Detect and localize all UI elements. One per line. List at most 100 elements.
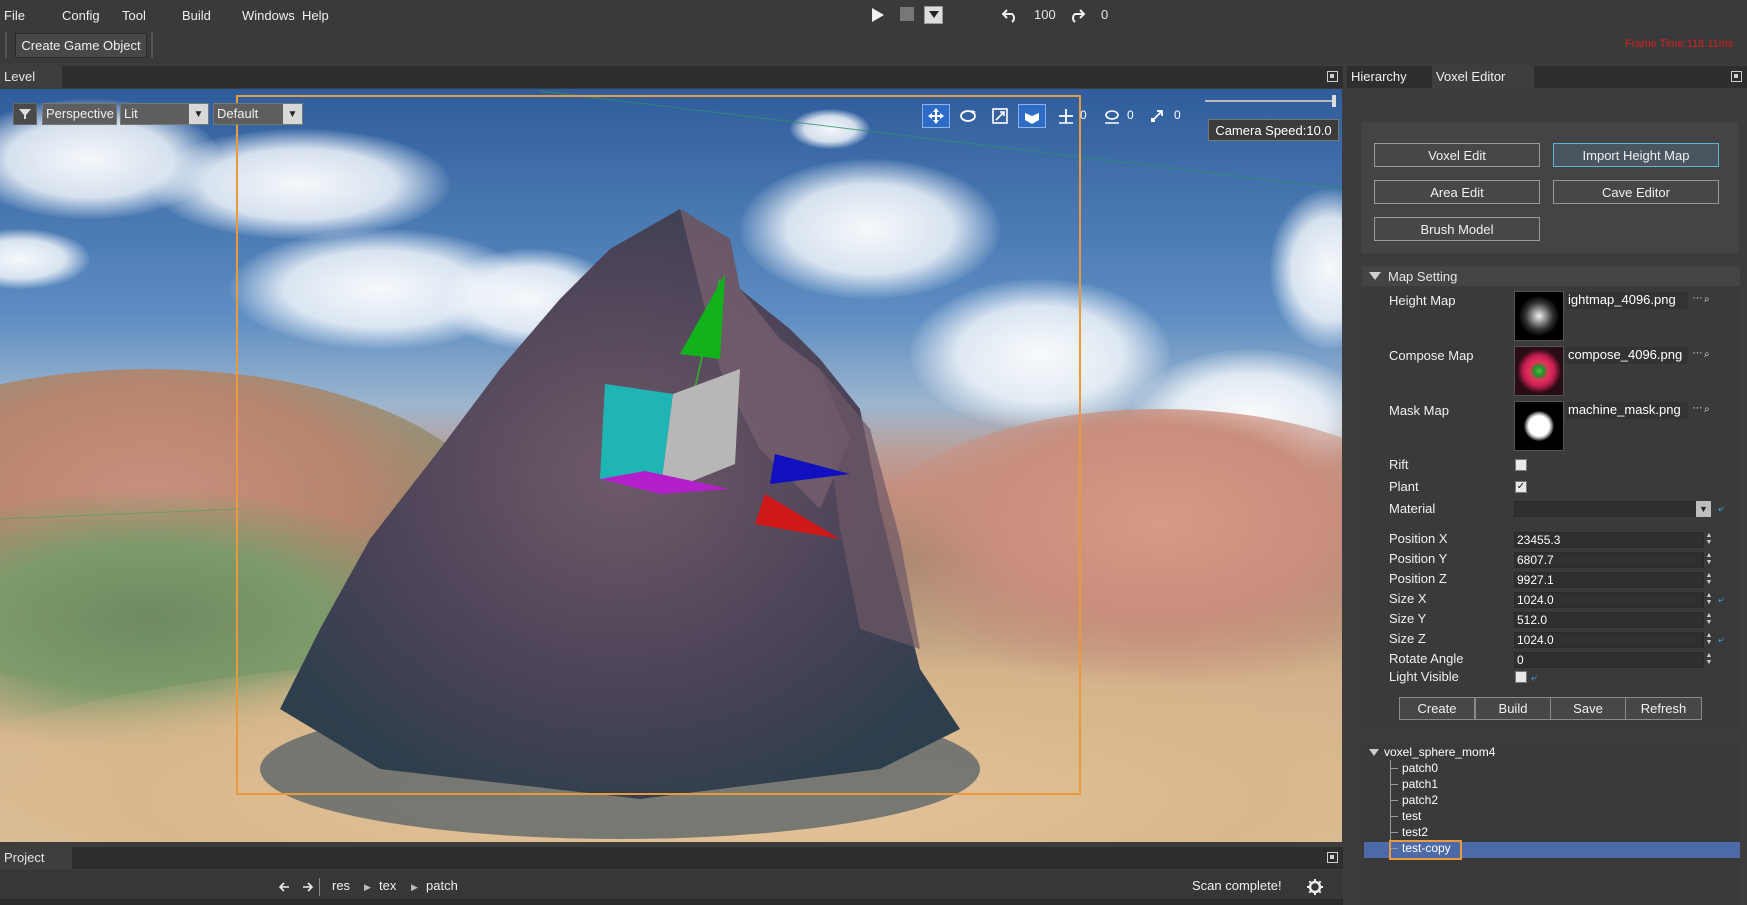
cave-editor-button[interactable]: Cave Editor [1553,180,1719,204]
move-tool-button[interactable] [922,104,950,128]
breadcrumb-tex[interactable]: tex [379,878,396,893]
build-button[interactable]: Build [1475,697,1551,720]
pin-icon[interactable] [1731,71,1742,82]
pin-icon[interactable] [1327,71,1338,82]
voxel-edit-button[interactable]: Voxel Edit [1374,143,1540,167]
tree-root[interactable]: voxel_sphere_mom4 [1384,745,1495,759]
mask-map-file-field[interactable]: machine_mask.png [1566,402,1688,419]
spinner-icon[interactable]: ▲ ▼ [1704,572,1714,588]
toolbar-grip[interactable] [151,32,153,58]
breadcrumb-patch[interactable]: patch [426,878,458,893]
tab-voxel-editor[interactable]: Voxel Editor [1432,66,1534,88]
menu-help[interactable]: Help [302,8,329,23]
save-button[interactable]: Save [1550,697,1626,720]
tree-guide-line [1390,784,1398,785]
tree-item[interactable]: test2 [1402,825,1428,839]
field-input[interactable]: 1024.0 [1514,632,1704,648]
browse-icon[interactable]: ⋯ [1690,293,1705,308]
camera-speed-slider[interactable] [1205,100,1335,102]
field-input[interactable]: 512.0 [1514,612,1704,628]
snap-move-button[interactable] [1052,104,1080,128]
play-button[interactable] [868,5,888,25]
spinner-icon[interactable]: ▲ ▼ [1704,592,1714,608]
tab-hierarchy[interactable]: Hierarchy [1347,66,1432,88]
rotate-icon [960,110,976,122]
spinner-icon[interactable]: ▲ ▼ [1704,532,1714,548]
back-arrow-icon[interactable] [279,881,291,893]
area-edit-button[interactable]: Area Edit [1374,180,1540,204]
menu-windows[interactable]: Windows [242,8,295,23]
import-height-map-button[interactable]: Import Height Map [1553,143,1719,167]
level-viewport[interactable]: Perspective Lit ▼ Default ▼ 0 0 0 Camera… [0,89,1342,842]
field-input[interactable]: 0 [1514,652,1704,668]
field-input[interactable]: 6807.7 [1514,552,1704,568]
link-icon[interactable]: ⤶ [1531,673,1541,684]
scale-icon [992,108,1008,124]
browse-icon[interactable]: ⋯ [1690,403,1705,418]
local-space-button[interactable] [1018,104,1046,128]
toolbar-grip[interactable] [5,32,7,58]
camera-speed-slider-handle[interactable] [1332,95,1336,107]
height-map-file-field[interactable]: ightmap_4096.png [1566,292,1688,309]
spinner-icon[interactable]: ▲ ▼ [1704,632,1714,648]
snap-rotate-button[interactable] [1098,104,1126,128]
breadcrumb-divider [319,878,320,896]
map-setting-header[interactable]: Map Setting [1362,266,1740,286]
locate-icon[interactable]: ⌕ [1704,294,1716,306]
lit-dropdown[interactable]: Lit ▼ [120,103,209,125]
scale-tool-button[interactable] [986,104,1014,128]
menu-build[interactable]: Build [182,8,211,23]
breadcrumb-res[interactable]: res [332,878,350,893]
collapse-arrow-icon[interactable] [1369,272,1381,280]
default-label: Default [217,106,259,121]
gear-icon[interactable] [1306,878,1324,896]
browse-icon[interactable]: ⋯ [1690,348,1705,363]
default-dropdown[interactable]: Default ▼ [213,103,303,125]
undo-button[interactable] [999,4,1021,26]
rotate-tool-button[interactable] [954,104,982,128]
field-input[interactable]: 9927.1 [1514,572,1704,588]
redo-button[interactable] [1066,4,1088,26]
menu-tool[interactable]: Tool [122,8,146,23]
compose-map-file-field[interactable]: compose_4096.png [1566,347,1688,364]
tree-expand-icon[interactable] [1369,749,1379,756]
tree-guide-line [1390,832,1398,833]
material-dropdown[interactable] [1514,501,1711,517]
field-input[interactable]: 1024.0 [1514,592,1704,608]
locate-icon[interactable]: ⌕ [1704,349,1716,361]
redo-icon [1072,9,1086,23]
rift-checkbox[interactable] [1515,459,1527,471]
stop-button[interactable] [900,7,914,21]
refresh-button[interactable]: Refresh [1625,697,1702,720]
chevron-down-icon[interactable]: ▼ [1696,501,1711,517]
tab-level[interactable]: Level [0,66,62,88]
tree-item[interactable]: patch1 [1402,777,1438,791]
brush-model-button[interactable]: Brush Model [1374,217,1540,241]
tab-project[interactable]: Project [0,847,72,869]
pin-icon[interactable] [1327,852,1338,863]
link-icon[interactable]: ⤶ [1718,595,1728,606]
light-visible-checkbox[interactable] [1515,671,1527,683]
plant-checkbox[interactable]: ✓ [1515,481,1527,493]
forward-arrow-icon[interactable] [301,881,313,893]
tree-item[interactable]: patch0 [1402,761,1438,775]
tree-item[interactable]: patch2 [1402,793,1438,807]
play-mode-dropdown[interactable] [924,6,943,24]
undo-count: 100 [1034,7,1056,22]
menu-config[interactable]: Config [62,8,100,23]
spinner-icon[interactable]: ▲ ▼ [1704,552,1714,568]
link-icon[interactable]: ⤶ [1718,635,1728,646]
link-icon[interactable]: ⤶ [1718,504,1728,515]
tree-item[interactable]: test [1402,809,1421,823]
camera-speed-label: Camera Speed:10.0 [1208,119,1339,141]
snap-scale-button[interactable] [1144,104,1172,128]
menu-file[interactable]: File [4,8,25,23]
viewport-filter-button[interactable] [13,103,37,125]
spinner-icon[interactable]: ▲ ▼ [1704,612,1714,628]
locate-icon[interactable]: ⌕ [1704,404,1716,416]
create-game-object-button[interactable]: Create Game Object [15,33,147,58]
perspective-dropdown[interactable]: Perspective [42,103,117,125]
create-button[interactable]: Create [1399,697,1475,720]
spinner-icon[interactable]: ▲ ▼ [1704,652,1714,668]
field-input[interactable]: 23455.3 [1514,532,1704,548]
